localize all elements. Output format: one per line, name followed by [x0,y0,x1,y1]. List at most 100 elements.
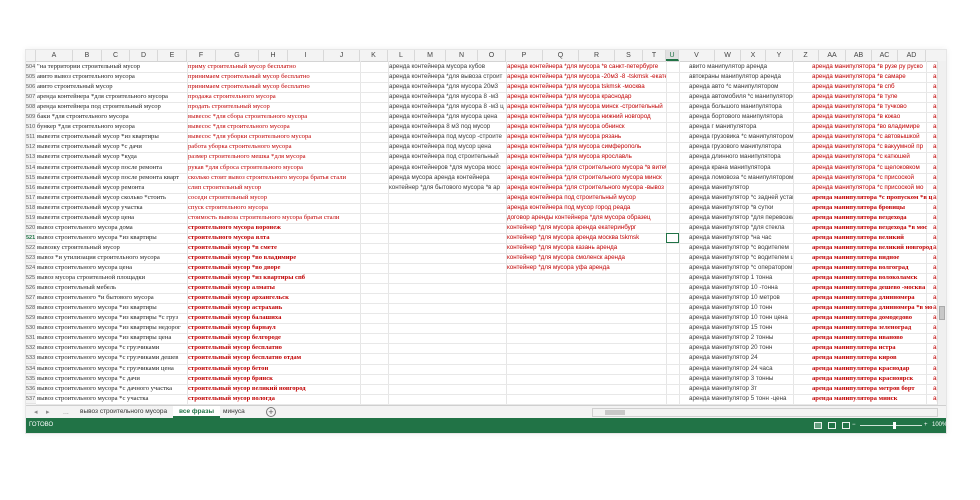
cell-col-z[interactable]: аренда манипулятора иваново [812,333,933,344]
cell-col-a[interactable]: вывоз строительного мусора *из квартиры … [37,323,187,334]
cell-col-a[interactable]: вывезти строительный мусор участка [37,203,187,214]
cell-col-p[interactable] [507,283,666,294]
cell-col-a[interactable]: вывезти строительный мусор сколько *стои… [37,193,187,204]
cell-col-a[interactable]: баки *для строительного мусора [37,112,187,123]
cell-col-v[interactable]: аренда длинного манипулятора [689,152,793,163]
cell-col-l[interactable]: аренда контейнера *для мусора 20м3 [389,82,506,93]
column-header-t[interactable]: T [643,50,666,61]
cell-col-a[interactable]: "на территории строительный мусор [37,62,187,73]
cell-col-l[interactable] [389,343,506,354]
cell-col-z[interactable]: аренда манипулятора дешево -москва [812,283,933,294]
cell-col-a[interactable]: вывоз строительного мусора *с грузчиками [37,343,187,354]
cell-col-a[interactable]: вывоз строительного мусора *с грузчиками… [37,353,187,364]
cell-col-p[interactable] [507,333,666,344]
cell-col-p[interactable]: контейнер *для мусора аренда москва tskm… [507,233,666,244]
column-header-z[interactable]: Z [793,50,819,61]
row-header[interactable]: 522 [26,242,36,254]
column-header-b[interactable]: B [73,50,102,61]
cell-col-l[interactable]: контейнер *для бытового мусора *в ар [389,183,506,194]
cell-col-v[interactable]: аренда манипулятор *с задней установ [689,193,793,204]
row-header[interactable]: 528 [26,303,36,314]
cell-col-f[interactable]: строительный мусор великий новгород [188,384,360,395]
cell-col-p[interactable] [507,273,666,284]
column-header-c[interactable]: C [102,50,130,61]
cell-col-p[interactable]: контейнер *для мусора уфа аренда [507,263,666,274]
column-header-p[interactable]: P [506,50,543,61]
zoom-level[interactable]: 100% [932,418,946,433]
row-header[interactable]: 520 [26,222,36,234]
column-header-l[interactable]: L [388,50,415,61]
cell-col-l[interactable] [389,203,506,214]
column-header-i[interactable]: I [288,50,324,61]
row-header[interactable]: 535 [26,373,36,385]
cell-col-z[interactable]: аренда манипулятора *в рузе ру руско [812,62,933,73]
cell-col-z[interactable]: аренда манипулятора *в спб [812,82,933,93]
column-header-o[interactable]: O [478,50,506,61]
cell-col-p[interactable]: аренда контейнера *для мусора *в санкт-п… [507,62,666,73]
cell-col-a[interactable]: вывезти строительный мусор *из квартиры [37,132,187,143]
cell-col-v[interactable]: аренда манипулятор 2 тонны [689,333,793,344]
row-header[interactable]: 526 [26,283,36,294]
horizontal-scroll-thumb[interactable] [605,410,625,415]
cell-col-z[interactable]: аренда манипулятора *с катюшей [812,152,933,163]
cell-col-z[interactable]: аренда манипулятора истра [812,343,933,354]
cell-col-z[interactable]: аренда манипулятора бровицы [812,203,933,214]
cell-col-z[interactable]: аренда манипулятора *во владимире [812,122,933,133]
cell-col-l[interactable]: аренда контейнера под мусор -строите [389,132,506,143]
cell-col-z[interactable]: аренда манипулятора минск [812,394,933,405]
cell-col-z[interactable]: аренда манипулятора *в самаре [812,72,933,83]
cell-col-l[interactable] [389,223,506,234]
column-header-m[interactable]: M [415,50,446,61]
column-header-w[interactable]: W [715,50,741,61]
column-header-v[interactable]: V [679,50,715,61]
cell-col-p[interactable]: аренда контейнера *для мусора симферопол… [507,142,666,153]
column-header-j[interactable]: J [324,50,360,61]
cell-col-f[interactable]: строительный мусор *в смете [188,243,360,254]
cell-col-a[interactable]: вывезти строительный мусор ремонта [37,183,187,194]
cell-col-a[interactable]: вывезти строительный мусор после ремонта… [37,173,187,184]
cell-col-a[interactable]: вывоз строительного мусора *с дачи [37,374,187,385]
column-header-k[interactable]: K [360,50,388,61]
cell-col-v[interactable]: аренда манипулятор 24 часа [689,364,793,375]
cell-col-v[interactable]: аренда ломовоза *с манипулятором [689,173,793,184]
cell-col-a[interactable]: аренда контейнера *для строительного мус… [37,92,187,103]
cell-col-p[interactable]: аренда контейнера *для мусора обнинск [507,122,666,133]
cell-col-f[interactable]: вывесос *для уборки строительного мусора [188,132,360,143]
cell-col-f[interactable]: строительного мусора ялта [188,233,360,244]
cell-col-p[interactable] [507,313,666,324]
cell-col-v[interactable]: аренда манипулятор *с водителем цен [689,253,793,264]
cell-col-a[interactable]: вывоз *и утилизация строительного мусора [37,253,187,264]
cell-col-p[interactable] [507,293,666,304]
cell-col-p[interactable]: договор аренды контейнера *для мусора об… [507,213,666,224]
cell-col-a[interactable]: вывоз строительного мусора *с дачного уч… [37,384,187,395]
cell-col-f[interactable]: сколько стоит вывоз строительного мусора… [188,173,360,184]
cell-col-f[interactable]: строительный мусор брянск [188,374,360,385]
cell-col-z[interactable]: аренда манипулятора волгоград [812,263,933,274]
cell-col-l[interactable]: аренда контейнера 8 м3 под мусор [389,122,506,133]
row-header[interactable]: 516 [26,182,36,194]
cell-col-v[interactable]: аренда манипулятор 10 тонн [689,303,793,314]
row-header[interactable]: 508 [26,102,36,113]
add-sheet-button[interactable]: + [266,407,276,417]
cell-col-f[interactable]: рукав *для сброса строительного мусора [188,163,360,174]
cell-col-z[interactable]: аренда манипулятора длинномера *в мо [812,303,933,314]
cell-col-a[interactable]: вывоз строительного мусора *с участка [37,394,187,405]
cell-col-l[interactable]: аренда мусора аренда контейнера [389,173,506,184]
cell-col-l[interactable] [389,243,506,254]
select-all-corner[interactable] [26,50,36,61]
row-header[interactable]: 506 [26,82,36,93]
cell-col-a[interactable]: вывоз мусора строительной площадки [37,273,187,284]
cell-col-a[interactable]: вывоз строительного мусора *из квартиры [37,233,187,244]
cell-col-a[interactable]: вывоз строительного мусора цена [37,263,187,274]
cell-col-f[interactable]: вывесос *для строительного мусора [188,122,360,133]
sheet-tab[interactable]: минуса [217,406,251,418]
cell-col-p[interactable]: аренда контейнера *для строительного мус… [507,183,666,194]
page-layout-view-icon[interactable] [828,422,836,429]
cell-col-l[interactable]: аренда контейнера под строительный [389,152,506,163]
cell-col-p[interactable]: контейнер *для мусора казань аренда [507,243,666,254]
column-header-f[interactable]: F [187,50,216,61]
column-header-g[interactable]: G [216,50,259,61]
column-header-d[interactable]: D [130,50,158,61]
cell-col-f[interactable]: строительный мусор белгороде [188,333,360,344]
row-header[interactable]: 512 [26,142,36,153]
